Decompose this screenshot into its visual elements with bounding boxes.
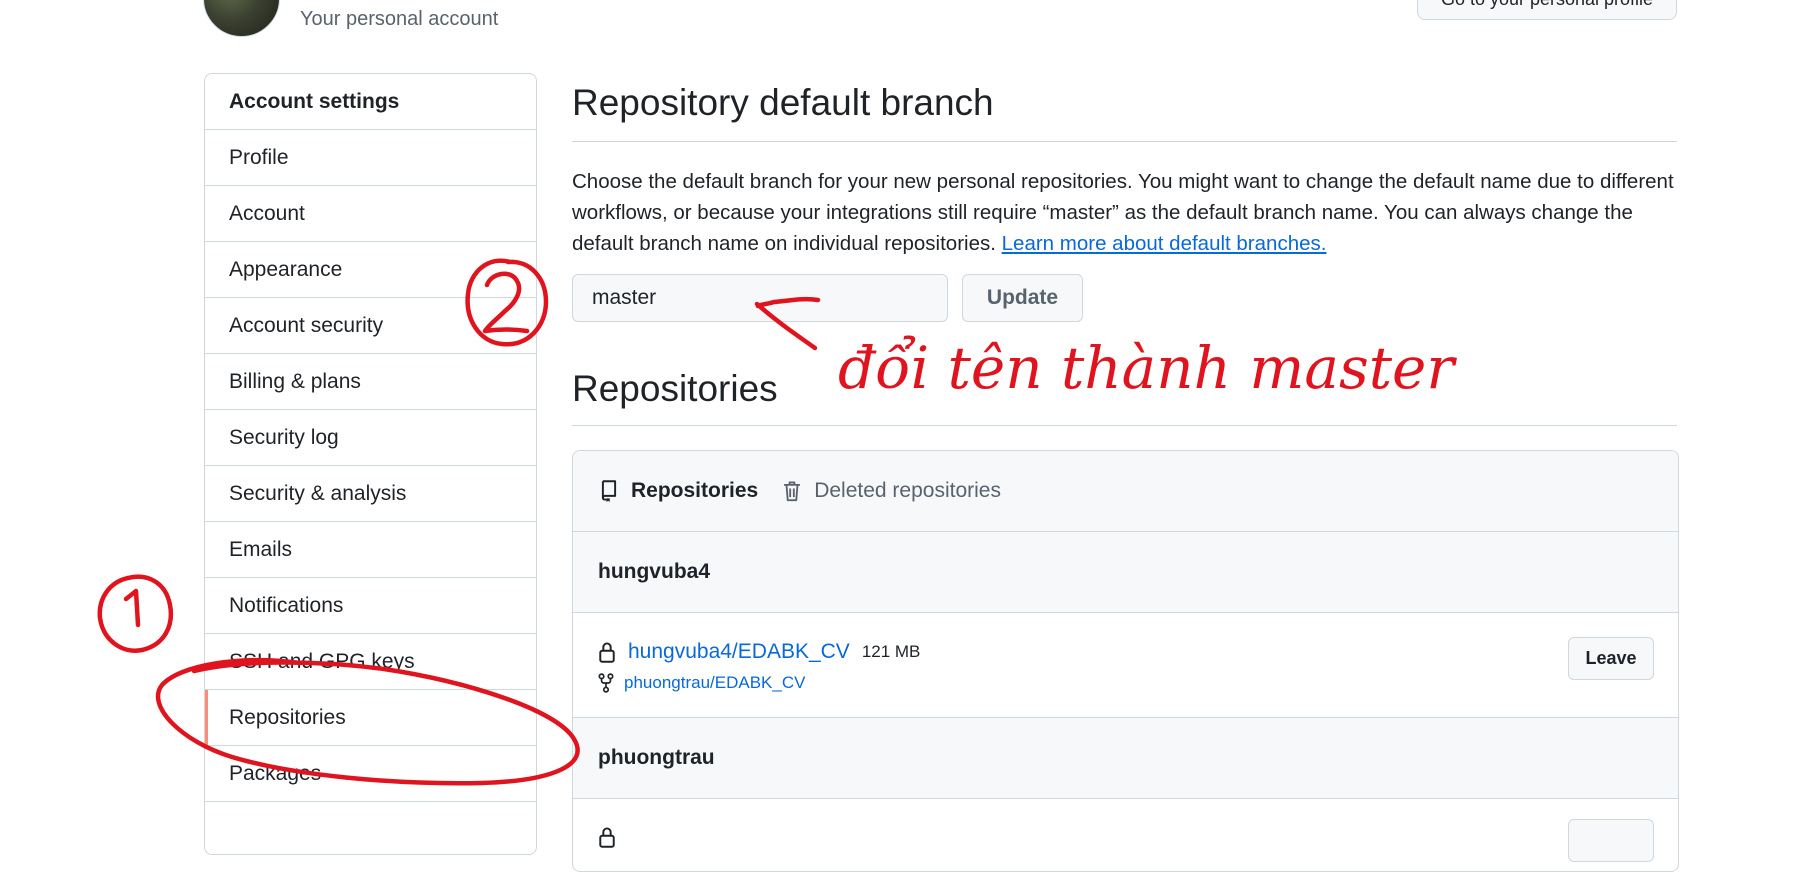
- repositories-panel: Repositories Deleted repositories hungvu…: [572, 450, 1679, 872]
- tab-repositories[interactable]: Repositories: [599, 479, 758, 503]
- tab-label: Repositories: [631, 479, 759, 502]
- repository-size: 121 MB: [861, 642, 921, 661]
- owner-header: phuongtrau: [573, 718, 1678, 799]
- sidebar-item-billing[interactable]: Billing & plans: [205, 354, 536, 410]
- sidebar-item-security-log[interactable]: Security log: [205, 410, 536, 466]
- repositories-title: Repositories: [572, 368, 778, 409]
- divider: [572, 425, 1677, 426]
- trash-icon: [784, 481, 801, 502]
- sidebar-item-notifications[interactable]: Notifications: [205, 578, 536, 634]
- divider: [572, 141, 1677, 142]
- repo-icon: [601, 480, 617, 502]
- repository-link[interactable]: hungvuba4/EDABK_CV: [628, 640, 850, 664]
- update-button[interactable]: Update: [962, 274, 1083, 322]
- sidebar-item-ssh-gpg-keys[interactable]: SSH and GPG keys: [205, 634, 536, 690]
- repository-row: [573, 799, 1678, 871]
- avatar[interactable]: [203, 0, 280, 37]
- sidebar-item-profile[interactable]: Profile: [205, 130, 536, 186]
- annotation-digit-1: [123, 588, 141, 628]
- leave-button[interactable]: Leave: [1568, 637, 1654, 680]
- leave-button[interactable]: [1568, 819, 1654, 862]
- annotation-circle-1: [97, 574, 174, 653]
- tab-deleted-repositories[interactable]: Deleted repositories: [782, 479, 1001, 503]
- default-branch-description: Choose the default branch for your new p…: [572, 166, 1682, 259]
- sidebar-item-security-analysis[interactable]: Security & analysis: [205, 466, 536, 522]
- account-subtitle: Your personal account: [300, 8, 499, 30]
- fork-icon: [598, 673, 614, 693]
- sidebar-header-account-settings: Account settings: [205, 74, 536, 130]
- lock-icon: [599, 642, 615, 663]
- owner-header: hungvuba4: [573, 532, 1678, 613]
- sidebar-item-repositories[interactable]: Repositories: [205, 690, 536, 746]
- tab-label: Deleted repositories: [814, 479, 1001, 502]
- learn-more-link[interactable]: Learn more about default branches.: [1002, 232, 1327, 255]
- settings-sidebar: Account settings Profile Account Appeara…: [204, 73, 537, 855]
- default-branch-title: Repository default branch: [572, 82, 994, 123]
- sidebar-item-packages[interactable]: Packages: [205, 746, 536, 802]
- sidebar-item-account-security[interactable]: Account security: [205, 298, 536, 354]
- sidebar-item-appearance[interactable]: Appearance: [205, 242, 536, 298]
- lock-icon: [599, 827, 615, 848]
- repository-row: hungvuba4/EDABK_CV 121 MB phuongtrau/EDA…: [573, 613, 1678, 718]
- default-branch-input[interactable]: [572, 274, 948, 322]
- annotation-handwritten-note: đổi tên thành master: [838, 334, 1457, 402]
- sidebar-item-emails[interactable]: Emails: [205, 522, 536, 578]
- repositories-tabs: Repositories Deleted repositories: [573, 451, 1678, 532]
- forked-from-link[interactable]: phuongtrau/EDABK_CV: [624, 673, 805, 693]
- sidebar-item-account[interactable]: Account: [205, 186, 536, 242]
- go-to-profile-button[interactable]: Go to your personal profile: [1417, 0, 1677, 20]
